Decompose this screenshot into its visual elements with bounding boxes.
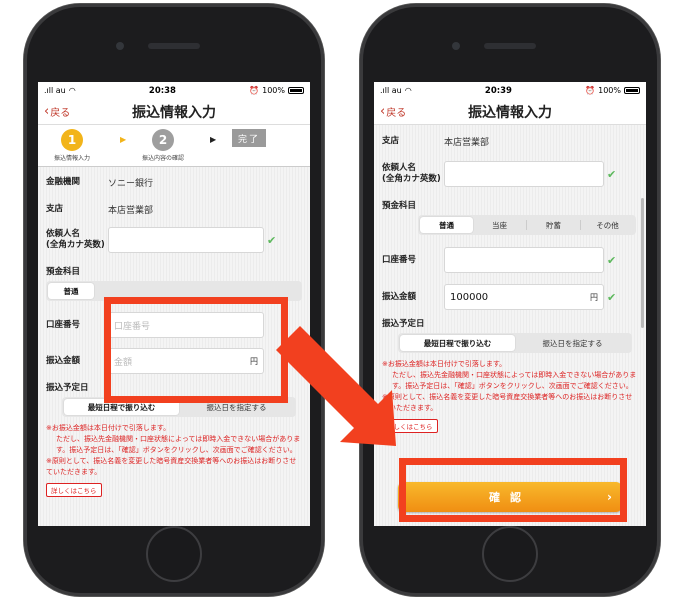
- carrier-text: .ıll au: [380, 86, 402, 95]
- branch-label: 支店: [382, 135, 400, 146]
- alarm-icon: ⏰: [249, 86, 260, 95]
- note-line: ※原則として、振込名義を変更した暗号資産交換業者等へのお振込はお断りさせていただ…: [382, 393, 633, 412]
- bank-value: ソニー銀行: [108, 178, 154, 189]
- nav-bar: ‹ 戻る 振込情報入力: [38, 99, 310, 125]
- step-2-number: 2: [152, 129, 174, 151]
- notes: ※お振込金額は本日付けで引落します。 ただし、振込先金融機関・口座状態によっては…: [38, 423, 310, 478]
- battery-icon: [288, 87, 304, 94]
- note-line: ただし、振込先金融機関・口座状態によっては即時入金できない場合があります。振込予…: [56, 435, 301, 454]
- wifi-icon: ◠: [404, 86, 412, 95]
- account-type-option[interactable]: その他: [581, 217, 634, 233]
- back-label: 戻る: [386, 108, 407, 119]
- step-arrow-icon: ▶: [120, 135, 127, 144]
- highlight-box-confirm: [399, 458, 627, 522]
- account-type-label: 預金科目: [382, 201, 417, 211]
- notes: ※お振込金額は本日付けで引落します。 ただし、振込先金融機関・口座状態によっては…: [374, 359, 646, 414]
- account-type-option[interactable]: 普通: [420, 217, 473, 233]
- checkmark-icon: ✔: [607, 167, 617, 181]
- account-label: 口座番号: [46, 319, 81, 330]
- camera: [116, 42, 124, 50]
- name-label: 依頼人名 (全角カナ英数): [382, 163, 441, 184]
- note-line: ※お振込金額は本日付けで引落します。: [382, 360, 507, 368]
- account-type-option[interactable]: 貯蓄: [527, 217, 580, 233]
- speaker: [484, 43, 536, 49]
- name-input[interactable]: [108, 227, 264, 253]
- step-done: 完了: [232, 129, 266, 147]
- battery-percent: 100%: [262, 86, 285, 95]
- name-input[interactable]: [444, 161, 604, 187]
- name-label: 依頼人名 (全角カナ英数): [46, 229, 105, 250]
- amount-label: 振込金額: [46, 355, 81, 366]
- account-label: 口座番号: [382, 254, 417, 265]
- scrollbar[interactable]: [641, 198, 644, 328]
- back-button[interactable]: ‹ 戻る: [380, 104, 406, 119]
- bank-label: 金融機関: [46, 176, 81, 187]
- camera: [452, 42, 460, 50]
- amount-value: 100000: [450, 291, 489, 303]
- account-type-label: 預金科目: [46, 267, 81, 277]
- nav-bar: ‹ 戻る 振込情報入力: [374, 99, 646, 125]
- branch-row: 支店 本店営業部: [374, 125, 646, 157]
- branch-value: 本店営業部: [108, 205, 154, 216]
- name-row: 依頼人名 (全角カナ英数) ✔: [374, 157, 646, 191]
- account-number-input[interactable]: [444, 247, 604, 273]
- wifi-icon: ◠: [68, 86, 76, 95]
- step-1-label: 振込情報入力: [54, 155, 91, 162]
- name-row: 依頼人名 (全角カナ英数) ✔: [38, 221, 310, 259]
- amount-input[interactable]: 100000 円: [444, 284, 604, 310]
- status-time: 20:38: [148, 85, 176, 96]
- alarm-icon: ⏰: [585, 86, 596, 95]
- checkmark-icon: ✔: [267, 233, 277, 247]
- page-title: 振込情報入力: [468, 104, 552, 121]
- carrier-text: .ıll au: [44, 86, 66, 95]
- note-line: ただし、振込先金融機関・口座状態によっては即時入金できない場合があります。振込予…: [392, 371, 637, 390]
- status-time: 20:39: [484, 85, 512, 96]
- more-info-link[interactable]: 詳しくはこちら: [382, 419, 438, 433]
- date-segment: 最短日程で振り込む 振込日を指定する: [398, 333, 632, 353]
- battery-icon: [624, 87, 640, 94]
- note-line: ※原則として、振込名義を変更した暗号資産交換業者等へのお振込はお断りさせていただ…: [46, 457, 297, 476]
- home-button[interactable]: [146, 526, 202, 582]
- amount-label: 振込金額: [382, 291, 417, 302]
- home-button[interactable]: [482, 526, 538, 582]
- back-chevron-icon: ‹: [380, 104, 386, 119]
- status-bar: .ıll au ◠ 20:38 ⏰ 100%: [38, 82, 310, 99]
- step-indicator: 1 振込情報入力 ▶ 2 振込内容の確認 ▶ 完了: [38, 125, 310, 167]
- checkmark-icon: ✔: [607, 253, 617, 267]
- step-1-number: 1: [61, 129, 83, 151]
- bank-row: 金融機関 ソニー銀行: [38, 167, 310, 197]
- back-chevron-icon: ‹: [44, 104, 50, 119]
- branch-value: 本店営業部: [444, 137, 490, 148]
- highlight-box-inputs: [104, 297, 288, 403]
- back-button[interactable]: ‹ 戻る: [44, 104, 70, 119]
- speaker: [148, 43, 200, 49]
- checkmark-icon: ✔: [607, 290, 617, 304]
- page-title: 振込情報入力: [132, 104, 216, 121]
- step-arrow-icon: ▶: [210, 135, 217, 144]
- battery-percent: 100%: [598, 86, 621, 95]
- account-type-segment: 普通 当座 貯蓄 その他: [418, 215, 636, 235]
- date-option-specify[interactable]: 振込日を指定する: [515, 335, 630, 351]
- note-line: ※お振込金額は本日付けで引落します。: [46, 424, 171, 432]
- back-label: 戻る: [50, 108, 71, 119]
- account-type-option[interactable]: 当座: [473, 217, 526, 233]
- amount-unit: 円: [590, 292, 598, 302]
- account-type-option[interactable]: 普通: [48, 283, 94, 299]
- account-row: 口座番号 ✔: [374, 241, 646, 279]
- more-info-link[interactable]: 詳しくはこちら: [46, 483, 102, 497]
- step-2-label: 振込内容の確認: [142, 155, 185, 162]
- branch-row: 支店 本店営業部: [38, 197, 310, 221]
- date-option-earliest[interactable]: 最短日程で振り込む: [400, 335, 515, 351]
- date-label: 振込予定日: [382, 319, 425, 329]
- branch-label: 支店: [46, 203, 64, 214]
- step-2: 2 振込内容の確認: [142, 129, 184, 162]
- status-bar: .ıll au ◠ 20:39 ⏰ 100%: [374, 82, 646, 99]
- amount-row: 振込金額 100000 円 ✔: [374, 279, 646, 315]
- step-1: 1 振込情報入力: [54, 129, 90, 162]
